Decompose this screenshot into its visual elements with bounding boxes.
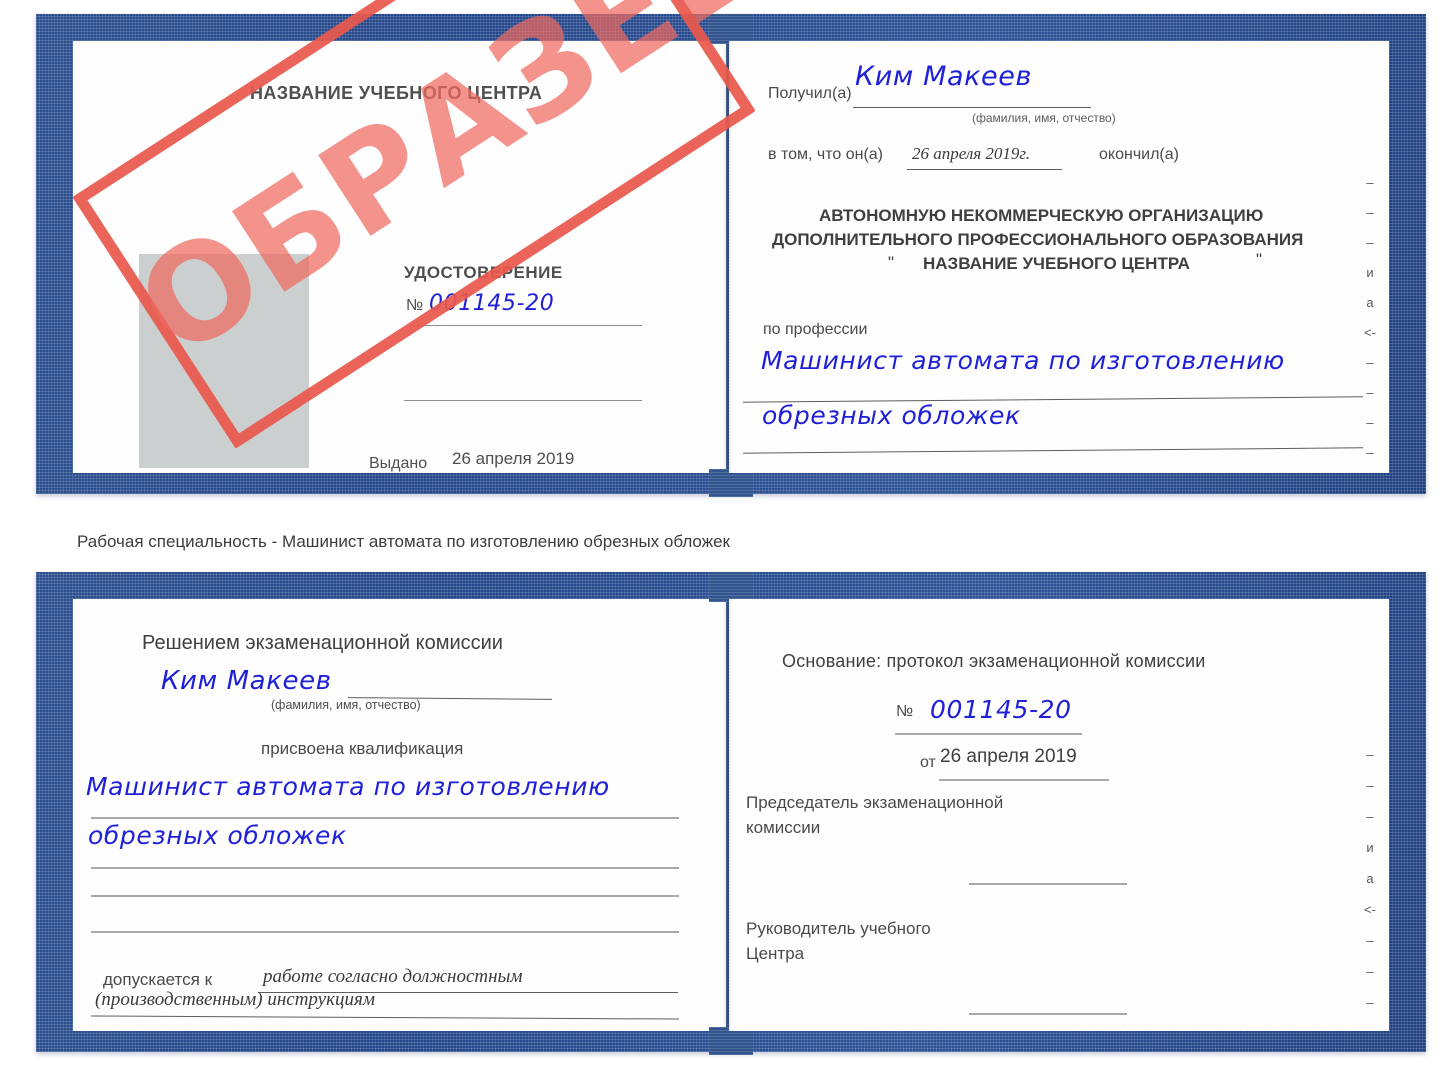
top-right-org-line1: АВТОНОМНУЮ НЕКОММЕРЧЕСКУЮ ОРГАНИЗАЦИЮ [819,206,1264,225]
top-left-number-label: № [406,297,424,314]
bottom-left-heading: Решением экзаменационной комиссии [142,632,503,654]
top-right-org-quote-open: " [888,253,895,272]
caption-text: Рабочая специальность - Машинист автомат… [77,532,730,551]
certificate-top-spine-tab-bottom [709,469,753,497]
bottom-left-qualification-label: присвоена квалификация [261,739,464,758]
top-right-org-line3: НАЗВАНИЕ УЧЕБНОГО ЦЕНТРА [923,254,1190,273]
bottom-right-date-label: от [920,754,936,771]
top-right-received-value: Ким Макеев [855,61,1032,92]
certificate-bottom-spine-tab [709,572,753,602]
bottom-right-number-rule [895,733,1082,735]
top-right-inthat-label: в том, что он(а) [768,146,883,163]
bottom-left-blank-rule2 [91,931,679,933]
top-left-number-value: 001145-20 [429,291,555,316]
top-left-number-rule [410,325,642,326]
top-right-profession-line1: Машинист автомата по изготовлению [761,346,1285,375]
top-right-fio-hint: (фамилия, имя, отчество) [972,111,1116,125]
top-left-center-name: НАЗВАНИЕ УЧЕБНОГО ЦЕНТРА [250,83,543,103]
bottom-right-chairman-line1: Председатель экзаменационной [746,793,1004,812]
bottom-left-admitted-label: допускается к [103,970,213,989]
top-right-profession-rule2 [743,447,1363,454]
top-right-org-line2: ДОПОЛНИТЕЛЬНОГО ПРОФЕССИОНАЛЬНОГО ОБРАЗО… [772,230,1304,249]
top-left-issued-value: 26 апреля 2019 [452,449,575,468]
top-right-profession-line2: обрезных обложек [762,401,1021,430]
certificate-bottom-right-page: Основание: протокол экзаменационной коми… [729,599,1389,1031]
bottom-left-name-value: Ким Макеев [161,666,332,696]
bottom-left-qualification-line1: Машинист автомата по изготовлению [86,772,610,801]
bottom-right-date-value: 26 апреля 2019 [940,746,1077,767]
bottom-left-qualification-line2: обрезных обложек [88,821,347,850]
top-right-inthat-rule [907,169,1062,170]
photo-placeholder [139,254,309,468]
top-left-blank-rule [404,400,642,401]
top-left-title: УДОСТОВЕРЕНИЕ [404,263,563,282]
bottom-left-qual-rule1 [91,817,679,819]
certificate-top-left-page: НАЗВАНИЕ УЧЕБНОГО ЦЕНТРА УДОСТОВЕРЕНИЕ №… [73,41,726,473]
top-right-edge-column: – – – и а <- – – – – [1364,175,1376,460]
bottom-right-head-line2: Центра [746,944,805,963]
bottom-left-admitted-line2: (производственным) инструкциям [95,989,375,1010]
bottom-right-basis-label: Основание: протокол экзаменационной коми… [782,651,1206,671]
bottom-right-number-value: 001145-20 [930,695,1072,724]
bottom-right-head-rule [969,1013,1127,1015]
bottom-right-edge-column: – – – и а <- – – – [1364,747,1376,1010]
certificate-top-spine-tab [709,14,753,44]
screenshot-root: НАЗВАНИЕ УЧЕБНОГО ЦЕНТРА УДОСТОВЕРЕНИЕ №… [0,0,1448,1085]
top-right-finished-label: окончил(а) [1099,146,1179,163]
bottom-left-admitted-rule2 [91,1015,679,1020]
certificate-bottom: Решением экзаменационной комиссии Ким Ма… [36,572,1426,1055]
bottom-right-head-line1: Руководитель учебного [746,919,931,938]
bottom-right-date-rule [939,779,1109,781]
bottom-left-admitted-line1: работе согласно должностным [263,966,523,987]
top-right-received-label: Получил(а) [768,85,852,102]
top-right-org-quote-close: " [1256,250,1263,269]
top-right-received-rule [853,107,1091,108]
top-right-inthat-value: 26 апреля 2019г. [912,144,1031,163]
top-left-issued-label: Выдано [369,455,428,472]
bottom-left-blank-rule1 [91,895,679,897]
bottom-right-number-label: № [896,703,914,720]
bottom-right-chairman-rule [969,883,1127,885]
bottom-left-fio-hint: (фамилия, имя, отчество) [271,698,421,712]
certificate-bottom-left-page: Решением экзаменационной комиссии Ким Ма… [73,599,726,1031]
top-right-profession-label: по профессии [763,321,868,338]
certificate-top-right-page: Получил(а) Ким Макеев (фамилия, имя, отч… [729,41,1389,473]
certificate-bottom-spine-tab-bottom [709,1027,753,1055]
bottom-right-chairman-line2: комиссии [746,818,821,837]
bottom-left-qual-rule2 [91,867,679,869]
certificate-top: НАЗВАНИЕ УЧЕБНОГО ЦЕНТРА УДОСТОВЕРЕНИЕ №… [36,0,1426,497]
